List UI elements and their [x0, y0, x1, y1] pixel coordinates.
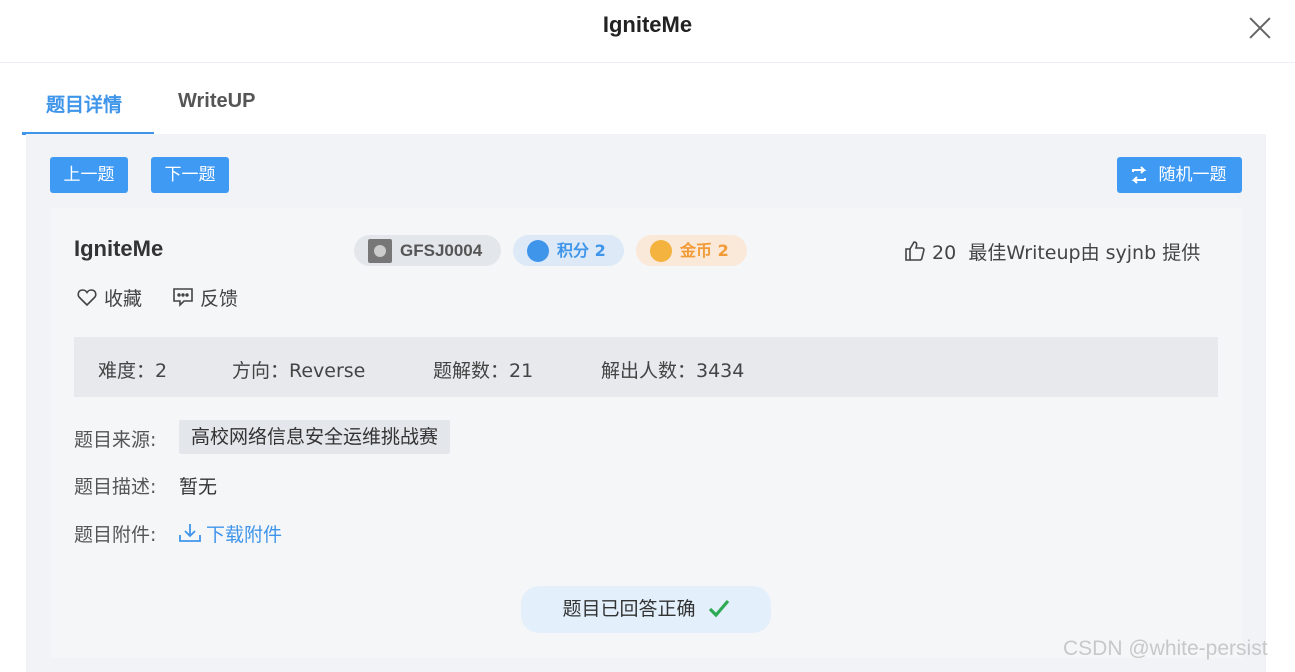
answered-status-badge: 题目已回答正确: [521, 586, 771, 633]
download-attachment-link[interactable]: 下载附件: [178, 520, 282, 547]
source-tag: 高校网络信息安全运维挑战赛: [179, 420, 451, 454]
star-icon: [527, 240, 549, 262]
challenge-id-badge: GFSJ0004: [354, 235, 501, 266]
challenge-name: IgniteMe: [74, 236, 164, 261]
description-value: 暂无: [179, 476, 218, 498]
solutions-stat: 题解数：21: [433, 360, 534, 382]
gold-badge: 金币 2: [636, 235, 747, 266]
stats-bar: 难度：2 方向：Reverse 题解数：21 解出人数：3434: [74, 337, 1218, 397]
check-icon: [708, 599, 729, 618]
next-challenge-button[interactable]: 下一题: [151, 157, 229, 193]
tab-bar: 题目详情 WriteUP: [22, 64, 1266, 136]
thumbs-up-icon[interactable]: [904, 240, 926, 262]
difficulty-stat: 难度：2: [98, 360, 168, 382]
direction-stat: 方向：Reverse: [232, 360, 366, 382]
comment-icon: [173, 288, 193, 307]
download-icon: [179, 524, 201, 542]
id-icon: [368, 239, 392, 263]
score-badge: 积分 2: [513, 235, 624, 266]
watermark-text: CSDN @white-persist: [1063, 637, 1268, 660]
close-icon[interactable]: [1246, 14, 1274, 42]
modal-header: IgniteMe: [0, 0, 1295, 63]
likes-info: 20 最佳Writeup由 syjnb 提供: [904, 238, 1200, 265]
attachment-label: 题目附件:: [74, 524, 157, 546]
source-label: 题目来源:: [74, 429, 157, 451]
description-label: 题目描述:: [74, 476, 157, 498]
prev-challenge-button[interactable]: 上一题: [50, 157, 128, 193]
random-challenge-label: 随机一题: [1158, 165, 1227, 185]
random-challenge-button[interactable]: 随机一题: [1117, 157, 1242, 193]
coin-icon: [650, 240, 672, 262]
heart-icon: [77, 289, 97, 307]
favorite-button[interactable]: 收藏: [76, 284, 142, 311]
shuffle-icon: [1131, 166, 1147, 184]
likes-count: 20: [932, 242, 957, 264]
tab-details[interactable]: 题目详情: [46, 90, 122, 117]
content-panel: 上一题 下一题 随机一题 IgniteMe GFSJ0004 积分 2 金币 2…: [26, 134, 1266, 672]
writeup-credit: 最佳Writeup由 syjnb 提供: [968, 242, 1201, 264]
challenge-card: IgniteMe GFSJ0004 积分 2 金币 2 20 最佳Writeup…: [50, 208, 1242, 658]
feedback-button[interactable]: 反馈: [172, 284, 238, 311]
tab-writeup[interactable]: WriteUP: [178, 90, 255, 113]
solvers-stat: 解出人数：3434: [601, 360, 745, 382]
modal-title: IgniteMe: [602, 12, 693, 37]
